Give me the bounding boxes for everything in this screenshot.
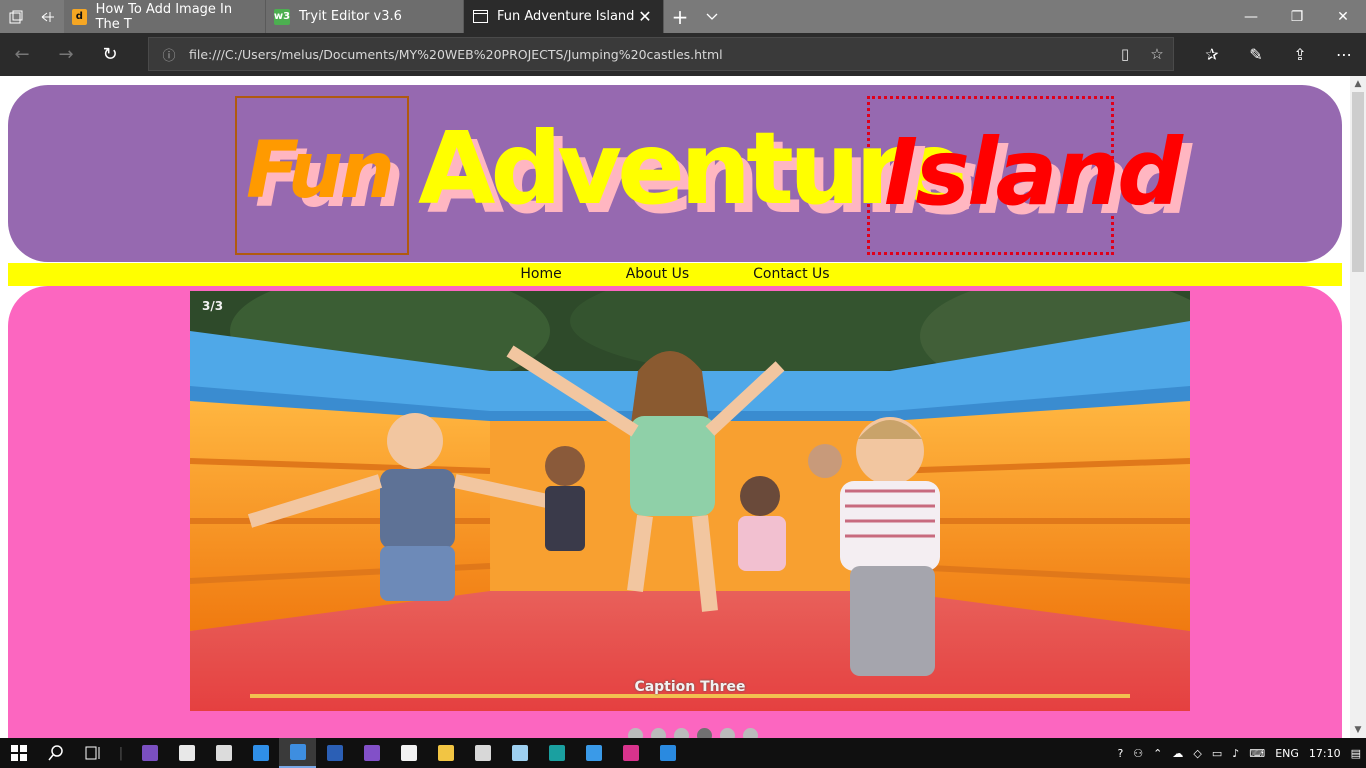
header-word-island: Island Island: [884, 127, 1192, 228]
notepad-icon[interactable]: [501, 738, 538, 768]
tab-close-icon[interactable]: ✕: [635, 7, 655, 26]
site-header: Fun Fun Adventure Adventure Island Islan…: [8, 85, 1342, 262]
slideshow-image: 3/3 Caption Three: [190, 291, 1190, 711]
slide-dot[interactable]: [720, 728, 735, 738]
tab-favicon-w3-icon: w3: [274, 8, 290, 25]
clock[interactable]: 17:10: [1304, 747, 1346, 760]
forward-arrow-icon[interactable]: →: [44, 33, 88, 76]
share-icon[interactable]: ⇪: [1278, 33, 1322, 76]
search-icon[interactable]: [37, 738, 74, 768]
url-text[interactable]: file:///C:/Users/melus/Documents/MY%20WE…: [189, 47, 723, 62]
vscode-icon[interactable]: [649, 738, 686, 768]
slide-counter: 3/3: [202, 299, 224, 313]
header-word-fun: Fun Fun: [246, 132, 404, 219]
file-explorer-icon[interactable]: [427, 738, 464, 768]
battery-icon[interactable]: ▭: [1207, 747, 1227, 760]
people-icon[interactable]: ⚇: [1128, 747, 1148, 760]
back-arrow-icon[interactable]: ←: [0, 33, 44, 76]
task-view-icon[interactable]: [74, 738, 111, 768]
header-word-fun-text: Fun: [246, 126, 395, 216]
onedrive-cloud-icon[interactable]: ☁: [1167, 747, 1188, 760]
mail-icon[interactable]: [205, 738, 242, 768]
scroll-up-arrow-icon[interactable]: ▲: [1350, 76, 1366, 92]
visual-studio-2-icon[interactable]: [353, 738, 390, 768]
header-word-island-text: Island: [884, 119, 1183, 226]
page-icon: [472, 9, 488, 25]
main-menu: Home About Us Contact Us: [8, 263, 1342, 286]
edge-browser-icon[interactable]: [279, 738, 316, 768]
dropbox-tray-icon[interactable]: ◇: [1188, 747, 1206, 760]
tab-title: Tryit Editor v3.6: [299, 9, 402, 24]
help-icon[interactable]: ?: [1112, 747, 1128, 760]
menu-item-contact-us[interactable]: Contact Us: [753, 263, 829, 286]
system-tray: ? ⚇ ⌃ ☁ ◇ ▭ ♪ ⌨ ENG 17:10 ▤: [1112, 738, 1366, 768]
action-center-icon[interactable]: ▤: [1346, 747, 1366, 760]
dropbox-icon[interactable]: [242, 738, 279, 768]
content-area: 3/3 Caption Three: [8, 286, 1342, 738]
calculator-icon[interactable]: [464, 738, 501, 768]
slide-dot[interactable]: [628, 728, 643, 738]
reading-view-icon[interactable]: ▯: [1109, 45, 1141, 63]
tab-title: How To Add Image In The T: [95, 1, 233, 32]
tray-chevron-up-icon[interactable]: ⌃: [1148, 747, 1167, 760]
volume-icon[interactable]: ♪: [1227, 747, 1244, 760]
address-bar[interactable]: ⓘ file:///C:/Users/melus/Documents/MY%20…: [148, 37, 1174, 71]
visual-studio-icon[interactable]: [131, 738, 168, 768]
slide-dots: [624, 728, 762, 738]
menu-item-home[interactable]: Home: [520, 263, 561, 286]
page-scrollbar[interactable]: ▲ ▼: [1350, 76, 1366, 738]
new-tab-plus-icon[interactable]: +: [664, 0, 696, 33]
favorite-star-icon[interactable]: ☆: [1141, 45, 1173, 63]
bouncy-castle-photo: [190, 291, 1190, 711]
refresh-icon[interactable]: ↻: [88, 33, 132, 76]
more-menu-icon[interactable]: ⋯: [1322, 33, 1366, 76]
arduino-icon[interactable]: [538, 738, 575, 768]
page-viewport: Fun Fun Adventure Adventure Island Islan…: [0, 76, 1350, 738]
keyboard-icon[interactable]: ⌨: [1244, 747, 1270, 760]
close-window-icon[interactable]: ✕: [1320, 0, 1366, 33]
restore-icon[interactable]: ❐: [1274, 0, 1320, 33]
store-icon[interactable]: [168, 738, 205, 768]
tab-tryit-editor[interactable]: w3 Tryit Editor v3.6: [266, 0, 464, 33]
set-tabs-aside-icon[interactable]: [32, 0, 64, 33]
language-indicator[interactable]: ENG: [1270, 747, 1304, 760]
window-controls: — ❐ ✕: [1228, 0, 1366, 33]
tab-favicon-d-icon: d: [72, 8, 87, 25]
windows-taskbar: | ? ⚇ ⌃ ☁ ◇ ▭ ♪ ⌨ ENG 17:10 ▤: [0, 738, 1366, 768]
slide-dot[interactable]: [674, 728, 689, 738]
tab-fun-adventure-island[interactable]: Fun Adventure Island ✕: [464, 0, 664, 33]
minimize-icon[interactable]: —: [1228, 0, 1274, 33]
tab-list-chevron-down-icon[interactable]: [696, 0, 728, 33]
header-word-adventure-text: Adventure: [418, 110, 967, 227]
slide-caption: Caption Three: [634, 679, 746, 695]
menu-item-about-us[interactable]: About Us: [626, 263, 689, 286]
tab-title: Fun Adventure Island: [497, 9, 635, 24]
internet-explorer-icon[interactable]: [575, 738, 612, 768]
scrollbar-thumb[interactable]: [1352, 92, 1364, 272]
slide-dot-active[interactable]: [697, 728, 712, 738]
app-pink-icon[interactable]: [612, 738, 649, 768]
word-icon[interactable]: [316, 738, 353, 768]
slide-dot[interactable]: [651, 728, 666, 738]
taskbar-divider: |: [118, 745, 124, 761]
info-icon[interactable]: ⓘ: [149, 45, 189, 64]
web-note-pen-icon[interactable]: ✎: [1234, 33, 1278, 76]
header-word-adventure: Adventure Adventure: [418, 119, 976, 228]
amazon-icon[interactable]: [390, 738, 427, 768]
browser-tab-bar: d How To Add Image In The T w3 Tryit Edi…: [0, 0, 1366, 33]
browser-nav-bar: ← → ↻ ⓘ file:///C:/Users/melus/Documents…: [0, 33, 1366, 76]
favorites-hub-icon[interactable]: ✰: [1190, 33, 1234, 76]
windows-start-icon[interactable]: [0, 738, 37, 768]
tab-how-to-add-image[interactable]: d How To Add Image In The T: [64, 0, 266, 33]
tab-manager-icon[interactable]: [0, 0, 32, 33]
scroll-down-arrow-icon[interactable]: ▼: [1350, 722, 1366, 738]
slide-dot[interactable]: [743, 728, 758, 738]
